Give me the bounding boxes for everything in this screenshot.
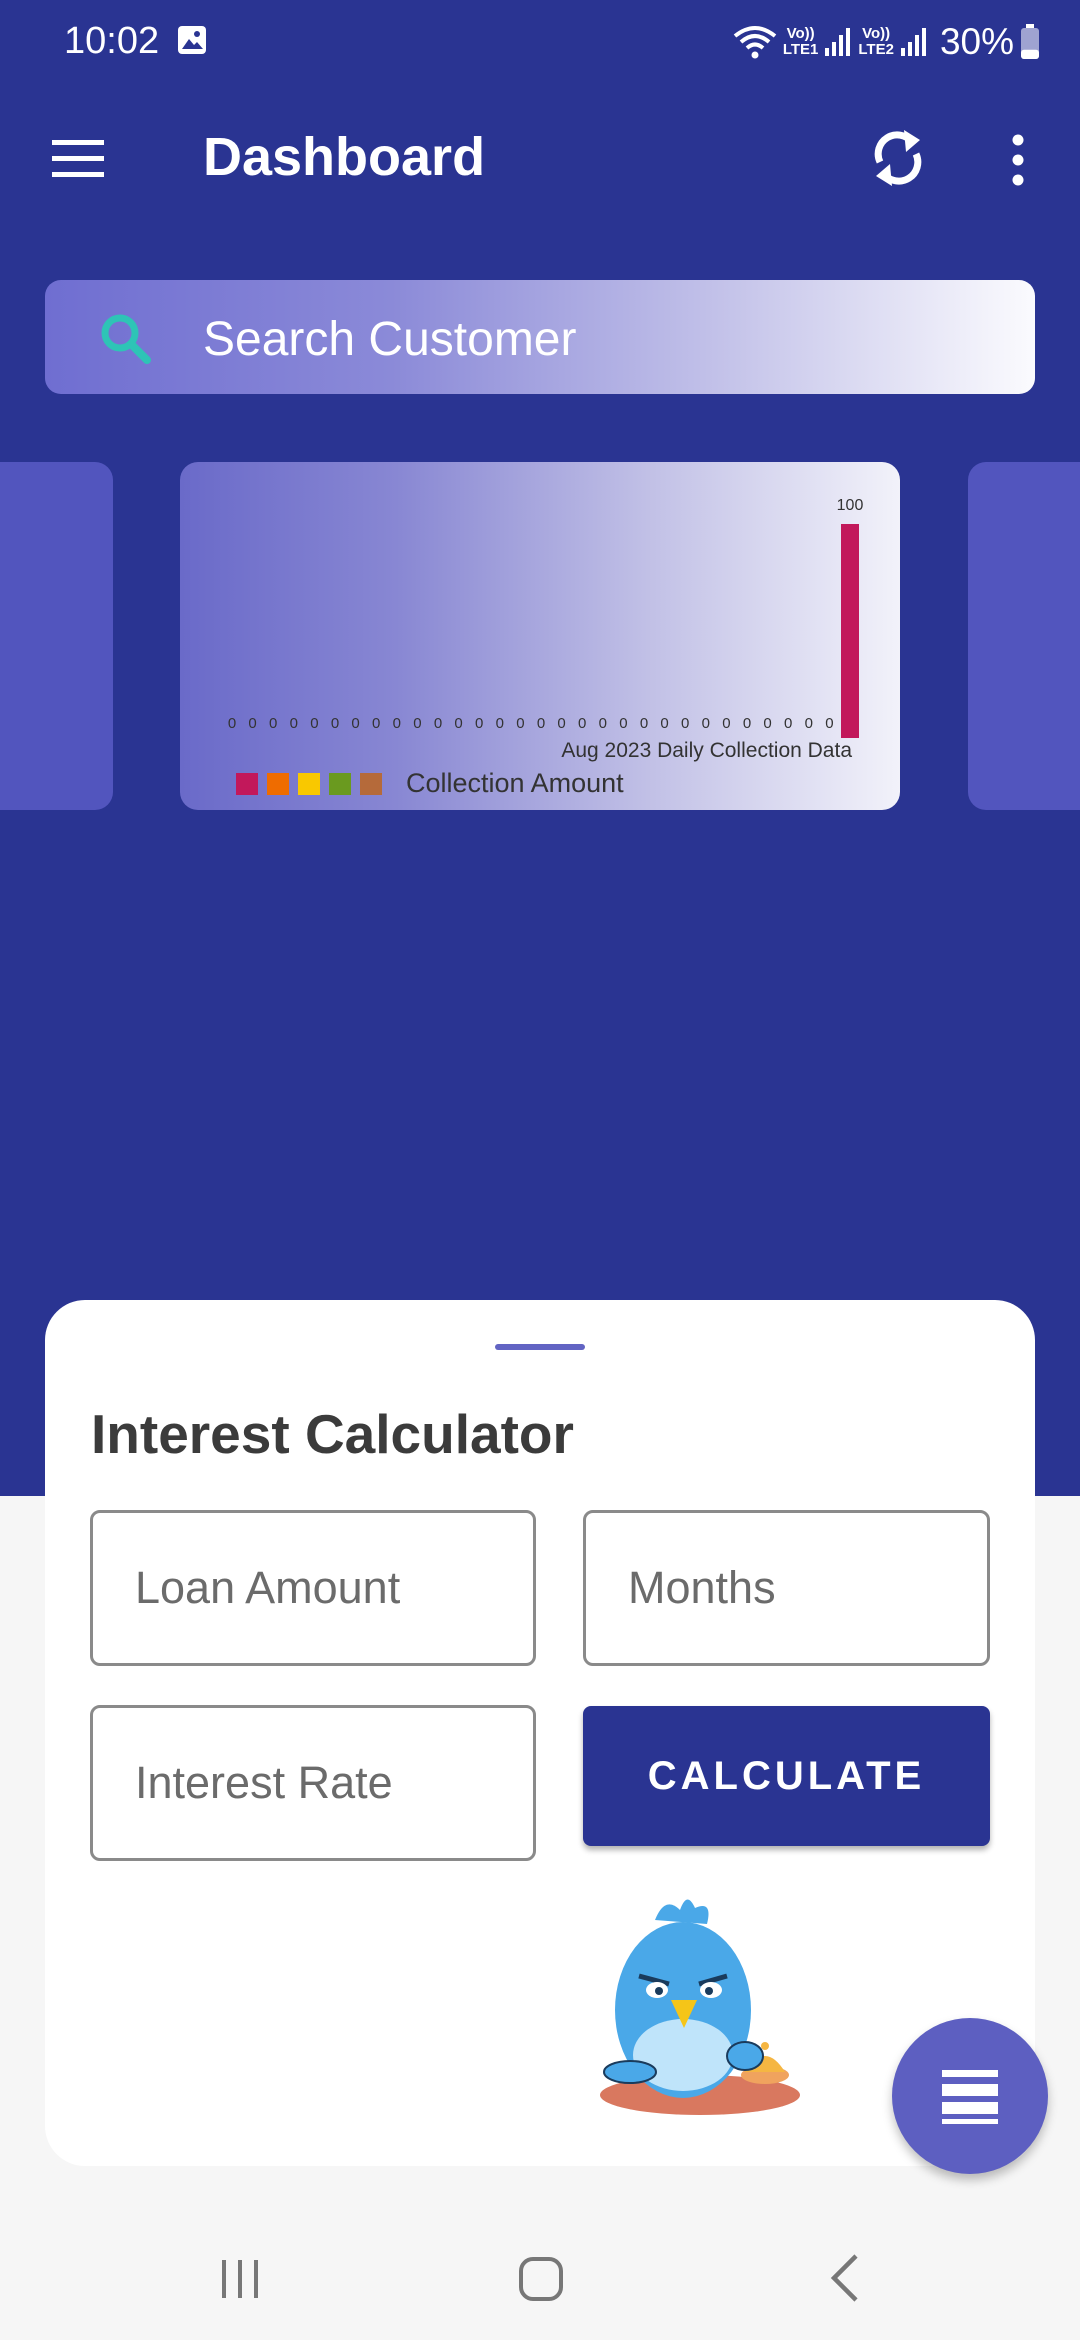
- volte-sim1-indicator: Vo)) LTE1: [782, 25, 819, 58]
- chart-value-label: 0: [743, 715, 751, 732]
- legend-swatch: [329, 772, 351, 795]
- carousel-card-previous[interactable]: [0, 462, 113, 810]
- home-icon[interactable]: [516, 2250, 568, 2306]
- chart-value-label: 0: [351, 715, 359, 732]
- search-bar[interactable]: Search Customer: [45, 280, 1035, 394]
- list-fab-button[interactable]: [892, 2018, 1048, 2174]
- chart-bar: [841, 524, 859, 738]
- chart-value-label: 0: [681, 715, 689, 732]
- chart-value-label: 0: [805, 715, 813, 732]
- search-placeholder: Search Customer: [203, 313, 577, 366]
- chart-value-label: 0: [825, 715, 833, 732]
- chart-value-label: 0: [228, 715, 236, 732]
- calculate-button[interactable]: CALCULATE: [583, 1706, 990, 1846]
- chart-value-label: 0: [393, 715, 401, 732]
- chart-value-label: 0: [578, 715, 586, 732]
- chart-value-label: 0: [454, 715, 462, 732]
- chart-value-label: 0: [660, 715, 668, 732]
- app-bar: Dashboard: [0, 110, 1080, 206]
- chart-value-label: 0: [496, 715, 504, 732]
- chart-value-label: 0: [537, 715, 545, 732]
- interest-rate-placeholder: Interest Rate: [135, 1757, 393, 1808]
- chart-value-label: 100: [837, 497, 864, 514]
- battery-icon: [1021, 24, 1039, 59]
- chart-value-label: 0: [475, 715, 483, 732]
- chart-value-label: 0: [784, 715, 792, 732]
- loan-amount-placeholder: Loan Amount: [135, 1562, 401, 1613]
- chart-value-label: 0: [619, 715, 627, 732]
- status-time: 10:02: [64, 20, 160, 62]
- chart-value-label: 0: [599, 715, 607, 732]
- interest-calculator-sheet: Interest Calculator Loan Amount Months I…: [45, 1300, 1035, 2166]
- more-vertical-icon[interactable]: [1000, 130, 1036, 190]
- back-icon[interactable]: [826, 2250, 866, 2306]
- battery-percentage: 30%: [939, 21, 1014, 62]
- legend-label: Collection Amount: [406, 768, 624, 798]
- chart-value-label: 0: [557, 715, 565, 732]
- volte-sim2-indicator: Vo)) LTE2: [858, 25, 894, 58]
- gallery-notification-icon: [178, 26, 206, 54]
- chart-value-label: 0: [516, 715, 524, 732]
- hamburger-menu-icon[interactable]: [44, 132, 114, 184]
- loan-amount-field[interactable]: Loan Amount: [90, 1510, 536, 1666]
- interest-rate-field[interactable]: Interest Rate: [90, 1705, 536, 1861]
- signal-sim2-icon: [900, 28, 926, 56]
- list-icon: [942, 2070, 998, 2124]
- recents-icon[interactable]: [216, 2250, 264, 2306]
- months-field[interactable]: Months: [583, 1510, 990, 1666]
- collection-chart-card[interactable]: 0 0 0 0 0 0 0 0 0 0 0 0 0 0 0 0 0 0 0 0 0 0 0 0 0 0 0 0 0 0 100 Aug 20…: [180, 462, 900, 810]
- sheet-drag-handle[interactable]: [495, 1344, 585, 1350]
- chart-value-label: 0: [640, 715, 648, 732]
- carousel-card-next[interactable]: [968, 462, 1080, 810]
- wifi-icon: [733, 26, 777, 59]
- chart-value-label: 0: [269, 715, 277, 732]
- page-title: Dashboard: [203, 127, 486, 187]
- chart-value-label: 0: [331, 715, 339, 732]
- legend-swatch: [298, 772, 320, 795]
- chart-value-label: 0: [290, 715, 298, 732]
- chart-value-label: 0: [763, 715, 771, 732]
- calculator-title: Interest Calculator: [91, 1403, 574, 1465]
- chart-value-label: 0: [434, 715, 442, 732]
- status-bar: 10:02 Vo)) LTE1 Vo)) LTE2 30%: [0, 0, 1080, 84]
- system-navigation-bar: [0, 2220, 1080, 2340]
- legend-swatch: [267, 772, 289, 795]
- legend-swatch: [236, 772, 258, 795]
- legend-swatch: [360, 772, 382, 795]
- search-icon: [101, 314, 151, 364]
- chart-value-label: 0: [413, 715, 421, 732]
- months-placeholder: Months: [628, 1562, 776, 1613]
- chart-value-label: 0: [310, 715, 318, 732]
- chart-value-label: 0: [722, 715, 730, 732]
- sync-icon[interactable]: [866, 122, 930, 194]
- chart-title: Aug 2023 Daily Collection Data: [561, 739, 852, 762]
- chart-value-label: 0: [248, 715, 256, 732]
- chart-value-label: 0: [702, 715, 710, 732]
- chart-legend: Collection Amount: [236, 768, 624, 799]
- chart-value-label: 0: [372, 715, 380, 732]
- collection-bar-chart: 0 0 0 0 0 0 0 0 0 0 0 0 0 0 0 0 0 0 0 0 0 0 0 0 0 0 0 0 0 0100 Aug 20…: [228, 497, 864, 762]
- signal-sim1-icon: [825, 28, 851, 56]
- bird-mascot-illustration: [600, 1899, 800, 2115]
